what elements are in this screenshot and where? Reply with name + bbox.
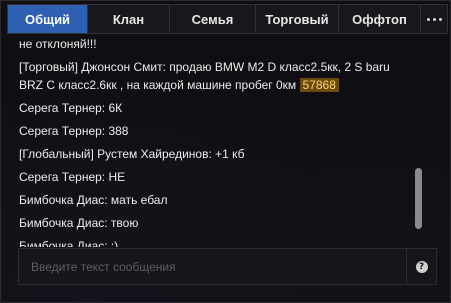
tab-clan[interactable]: Клан xyxy=(88,5,170,33)
chat-message: Бимбочка Диас: твою xyxy=(19,216,139,230)
chat-message: Серега Тернер: НЕ xyxy=(19,170,126,184)
scrollbar-thumb[interactable] xyxy=(415,168,422,229)
tab-offtopic[interactable]: Оффтоп xyxy=(339,5,421,33)
message-input[interactable] xyxy=(19,249,407,284)
chat-message: Серега Тернер: 6К xyxy=(19,101,123,115)
tab-general[interactable]: Общий xyxy=(8,5,88,33)
chat-message: не отклоняй!!! xyxy=(19,37,97,51)
chat-message: Серега Тернер: 388 xyxy=(19,124,129,138)
trade-id-badge: 57868 xyxy=(299,78,339,92)
tab-family[interactable]: Семья xyxy=(170,5,256,33)
chat-window: Общий Клан Семья Торговый Оффтоп не откл… xyxy=(0,0,451,303)
chat-tab-bar: Общий Клан Семья Торговый Оффтоп xyxy=(7,4,448,34)
tab-trade[interactable]: Торговый xyxy=(256,5,339,33)
question-icon: ? xyxy=(415,260,428,273)
help-button[interactable]: ? xyxy=(406,249,436,284)
chat-message: Бимбочка Диас: мать ебал xyxy=(19,193,168,207)
message-list: не отклоняй!!! [Торговый] Джонсон Смит: … xyxy=(19,35,414,247)
chat-message: [Торговый] Джонсон Смит: продаю BMW M2 D… xyxy=(19,58,414,94)
more-dots-icon[interactable] xyxy=(421,5,447,33)
message-input-box: ? xyxy=(18,248,437,285)
chat-message: Бимбочка Диас: :) xyxy=(19,239,119,247)
chat-message: [Глобальный] Рустем Хайрединов: +1 кб xyxy=(19,147,245,161)
